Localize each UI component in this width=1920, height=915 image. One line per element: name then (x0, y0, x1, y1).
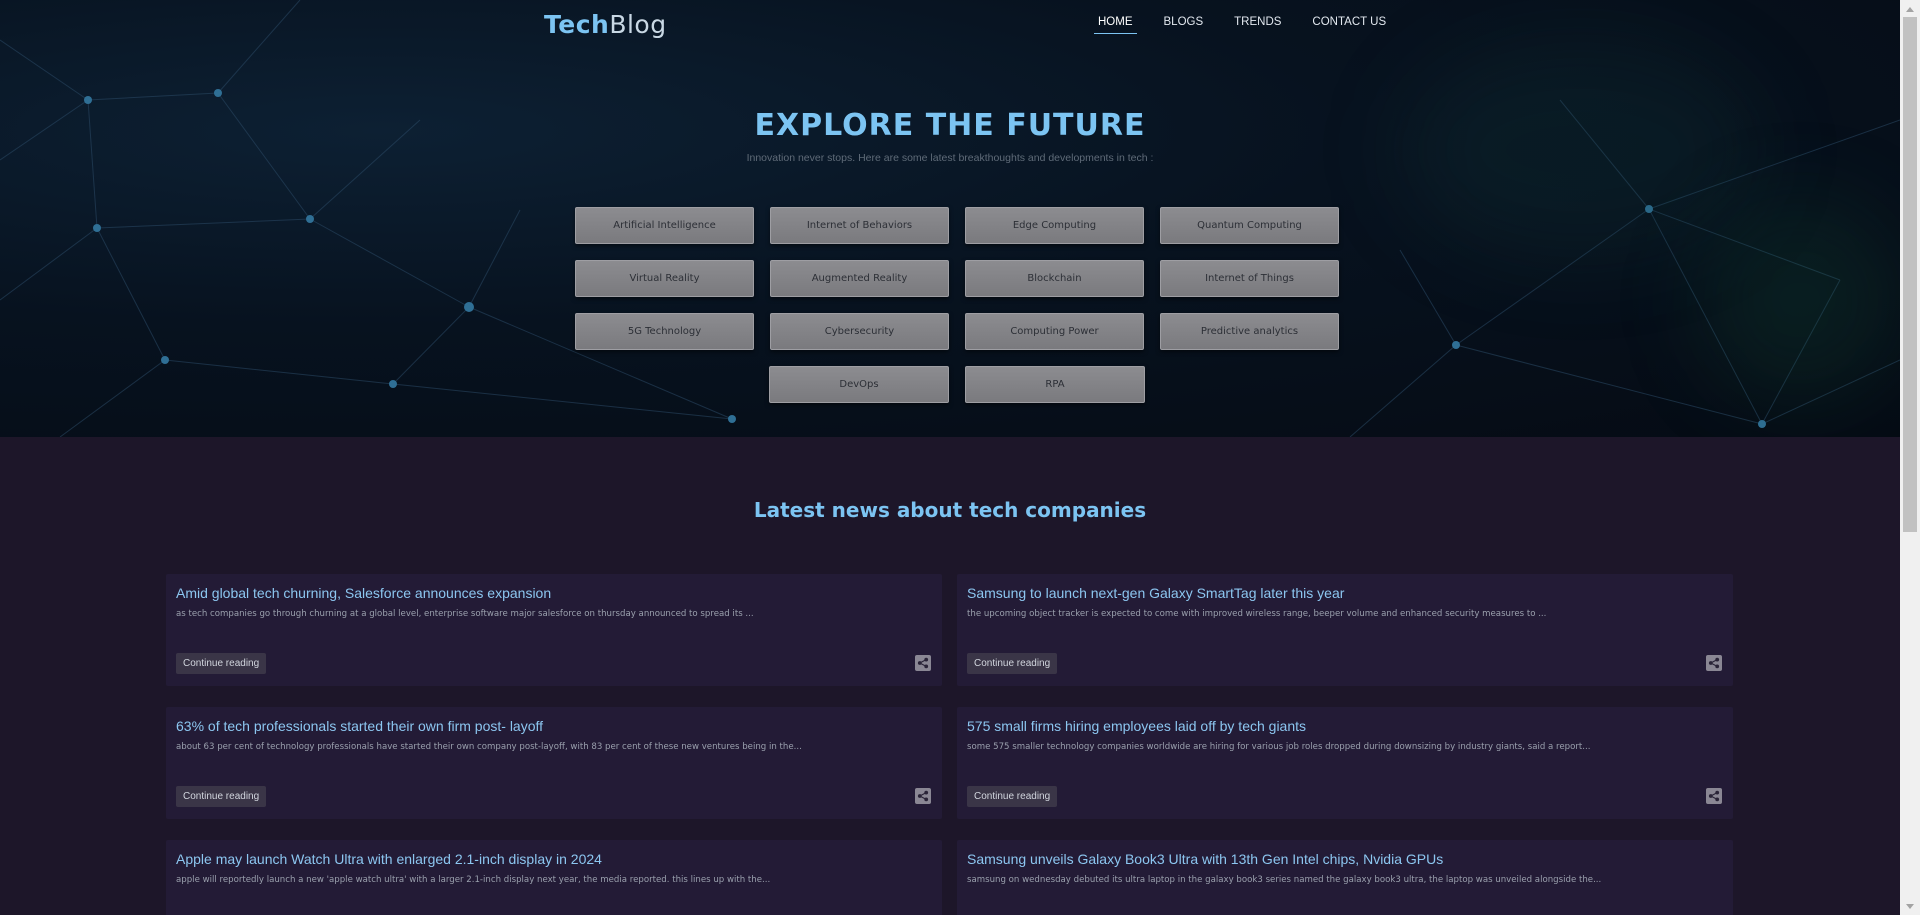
news-card: Apple may launch Watch Ultra with enlarg… (166, 840, 942, 915)
topic-button[interactable]: Predictive analytics (1160, 313, 1339, 350)
share-icon[interactable] (915, 655, 931, 671)
hero-title: EXPLORE THE FUTURE (754, 108, 1146, 143)
topic-button[interactable]: Internet of Things (1160, 260, 1339, 297)
hero-section: TechBlog HOME BLOGS TRENDS CONTACT US EX… (0, 0, 1900, 437)
continue-reading-button[interactable]: Continue reading (967, 653, 1058, 674)
topic-button[interactable]: 5G Technology (575, 313, 754, 350)
share-icon[interactable] (1706, 655, 1722, 671)
topic-row: Artificial Intelligence Internet of Beha… (567, 207, 1347, 244)
background-glow (1400, 40, 1760, 260)
news-card-title[interactable]: 63% of tech professionals started their … (176, 718, 543, 734)
continue-reading-button[interactable]: Continue reading (176, 786, 267, 807)
topic-row: 5G Technology Cybersecurity Computing Po… (567, 313, 1347, 350)
nav-blogs[interactable]: BLOGS (1160, 16, 1208, 34)
topic-button[interactable]: RPA (965, 366, 1145, 403)
topic-row: DevOps RPA (567, 366, 1347, 403)
nav-home[interactable]: HOME (1094, 16, 1137, 34)
page: TechBlog HOME BLOGS TRENDS CONTACT US EX… (0, 0, 1900, 915)
topic-button[interactable]: Artificial Intelligence (575, 207, 754, 244)
news-section-title: Latest news about tech companies (753, 498, 1147, 522)
news-card: Samsung unveils Galaxy Book3 Ultra with … (957, 840, 1733, 915)
news-card: 575 small firms hiring employees laid of… (957, 707, 1733, 819)
news-card: 63% of tech professionals started their … (166, 707, 942, 819)
share-icon[interactable] (1706, 788, 1722, 804)
news-card-title[interactable]: 575 small firms hiring employees laid of… (967, 718, 1306, 734)
share-icon[interactable] (915, 788, 931, 804)
news-card-excerpt: the upcoming object tracker is expected … (967, 609, 1547, 619)
nav-trends[interactable]: TRENDS (1230, 16, 1285, 34)
news-card-title[interactable]: Samsung unveils Galaxy Book3 Ultra with … (967, 851, 1443, 867)
news-card-excerpt: as tech companies go through churning at… (176, 609, 754, 619)
topic-button[interactable]: Cybersecurity (770, 313, 949, 350)
news-card-excerpt: about 63 per cent of technology professi… (176, 742, 802, 752)
logo-text-blog: Blog (609, 10, 667, 39)
news-card-excerpt: some 575 smaller technology companies wo… (967, 742, 1591, 752)
news-card-excerpt: apple will reportedly launch a new 'appl… (176, 875, 771, 885)
news-card-excerpt: samsung on wednesday debuted its ultra l… (967, 875, 1602, 885)
scroll-up-arrow-icon[interactable] (1900, 0, 1920, 17)
topic-row: Virtual Reality Augmented Reality Blockc… (567, 260, 1347, 297)
topic-button[interactable]: Edge Computing (965, 207, 1144, 244)
hero-subtitle: Innovation never stops. Here are some la… (746, 152, 1154, 164)
news-card-title[interactable]: Amid global tech churning, Salesforce an… (176, 585, 551, 601)
vertical-scrollbar[interactable] (1900, 0, 1920, 915)
background-glow (1700, 200, 1900, 400)
nav-contact-us[interactable]: CONTACT US (1308, 16, 1390, 34)
topic-button[interactable]: Quantum Computing (1160, 207, 1339, 244)
news-card-title[interactable]: Samsung to launch next-gen Galaxy SmartT… (967, 585, 1344, 601)
scroll-down-arrow-icon[interactable] (1900, 898, 1920, 915)
topic-button[interactable]: Augmented Reality (770, 260, 949, 297)
topic-button[interactable]: DevOps (769, 366, 949, 403)
topic-button[interactable]: Internet of Behaviors (770, 207, 949, 244)
news-card-title[interactable]: Apple may launch Watch Ultra with enlarg… (176, 851, 602, 867)
continue-reading-button[interactable]: Continue reading (176, 653, 267, 674)
news-card: Amid global tech churning, Salesforce an… (166, 574, 942, 686)
logo-text-tech: Tech (544, 10, 610, 39)
topic-button[interactable]: Blockchain (965, 260, 1144, 297)
topic-button[interactable]: Computing Power (965, 313, 1144, 350)
continue-reading-button[interactable]: Continue reading (967, 786, 1058, 807)
news-card: Samsung to launch next-gen Galaxy SmartT… (957, 574, 1733, 686)
topic-grid: Artificial Intelligence Internet of Beha… (567, 207, 1347, 419)
main-nav: HOME BLOGS TRENDS CONTACT US (1094, 16, 1413, 34)
site-logo[interactable]: TechBlog (544, 10, 667, 39)
topic-button[interactable]: Virtual Reality (575, 260, 754, 297)
scrollbar-thumb[interactable] (1903, 17, 1917, 532)
